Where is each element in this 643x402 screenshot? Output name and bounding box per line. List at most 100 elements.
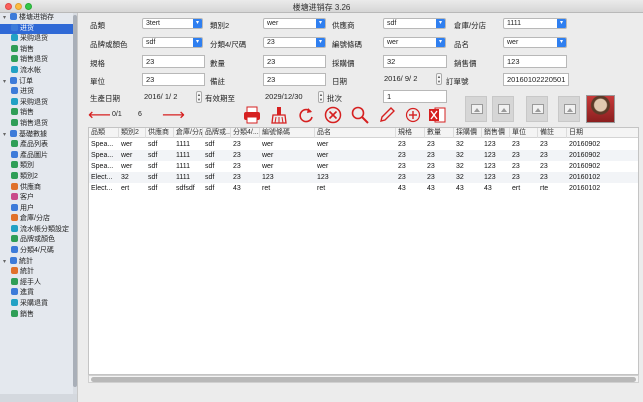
order-number-input[interactable]: 20160102220501 xyxy=(503,73,569,86)
supplier-select[interactable]: sdf ▾ xyxy=(383,18,446,29)
sidebar-item[interactable]: 進貨 xyxy=(0,288,77,299)
column-header[interactable]: 倉庫/分店 xyxy=(174,128,203,138)
table-cell: 23 xyxy=(512,163,520,170)
product-image-slot-1[interactable] xyxy=(465,96,487,122)
disclosure-triangle-icon[interactable]: ▾ xyxy=(3,257,10,268)
cost-input[interactable]: 32 xyxy=(383,55,447,68)
table-cell: sdf xyxy=(148,141,158,148)
sidebar-item[interactable]: 產品圖片 xyxy=(0,150,77,162)
sidebar-item[interactable]: 客户 xyxy=(0,193,77,204)
table-horizontal-scrollbar[interactable] xyxy=(88,375,639,383)
sidebar-item[interactable]: 流水帳分類設定 xyxy=(0,224,77,236)
disclosure-triangle-icon[interactable]: ▾ xyxy=(3,77,10,88)
sidebar-item-label: 订单 xyxy=(19,77,33,85)
sidebar-item[interactable]: 統計 xyxy=(0,267,77,278)
note-input[interactable]: 23 xyxy=(263,73,326,86)
sidebar-item[interactable]: 进货 xyxy=(0,87,77,98)
price-input[interactable]: 123 xyxy=(503,55,567,68)
column-header[interactable]: 採購價 xyxy=(454,128,482,138)
sidebar-item-label: 销售 xyxy=(20,45,34,53)
sidebar-group[interactable]: ▾ 基礎數據 xyxy=(0,129,77,141)
column-header[interactable]: 供應商 xyxy=(146,128,174,138)
sidebar-item[interactable]: 销售 xyxy=(0,108,77,119)
product-image-slot-3[interactable] xyxy=(526,96,548,122)
table-row[interactable]: Spea... wer sdf 1111 sdf 23 wer wer 23 23 32 123 23 2… xyxy=(89,150,638,161)
refresh-icon[interactable] xyxy=(297,106,315,124)
size-select[interactable]: 23 ▾ xyxy=(263,37,326,48)
sidebar-item[interactable]: 销售退货 xyxy=(0,55,77,66)
brand-select[interactable]: sdf ▾ xyxy=(142,37,203,48)
column-header[interactable]: 品類 xyxy=(89,128,119,138)
product-photo[interactable] xyxy=(586,95,615,123)
spec-input[interactable]: 23 xyxy=(142,55,205,68)
warehouse-select[interactable]: 1111 ▾ xyxy=(503,18,567,29)
print-icon[interactable] xyxy=(243,106,261,124)
table-cell: 1111 xyxy=(176,152,191,159)
table-row[interactable]: Spea... wer sdf 1111 sdf 23 wer wer 23 23 32 123 23 2… xyxy=(89,161,638,172)
sidebar-item[interactable]: 用户 xyxy=(0,203,77,215)
column-header[interactable]: 銷售價 xyxy=(482,128,510,138)
name-select[interactable]: wer ▾ xyxy=(503,37,567,48)
column-header[interactable]: 品牌或... xyxy=(203,128,231,138)
window-title: 楼塘进销存 3.26 xyxy=(292,3,351,12)
date-picker[interactable]: 2016/ 9/ 2 xyxy=(384,73,444,85)
inbound-icon xyxy=(11,23,18,31)
sidebar-group[interactable]: ▾ 订单 xyxy=(0,76,77,88)
table-cell: sdf xyxy=(205,141,215,148)
column-header[interactable]: 編號條碼 xyxy=(260,128,315,138)
column-header[interactable]: 品名 xyxy=(315,128,396,138)
sidebar-item[interactable]: 類別2 xyxy=(0,171,77,183)
sidebar-item[interactable]: 采購退貨 xyxy=(0,299,77,310)
unit-input[interactable]: 23 xyxy=(142,73,205,86)
category2-select[interactable]: wer ▾ xyxy=(263,18,326,29)
add-icon[interactable] xyxy=(405,107,421,123)
column-header[interactable]: 數量 xyxy=(425,128,454,138)
sidebar-item[interactable]: 經手人 xyxy=(0,277,77,289)
sidebar-item[interactable]: 销售退货 xyxy=(0,118,77,130)
search-icon[interactable] xyxy=(351,106,369,124)
column-header[interactable]: 單位 xyxy=(510,128,538,138)
category-select[interactable]: 3tert ▾ xyxy=(142,18,203,29)
arrow-right-icon[interactable]: ⟶ xyxy=(162,107,185,125)
product-image-slot-4[interactable] xyxy=(558,96,580,122)
column-header[interactable]: 類別2 xyxy=(119,128,146,138)
sidebar-item[interactable]: 销售 xyxy=(0,44,77,56)
column-header[interactable]: 日期 xyxy=(567,128,638,138)
sidebar-item[interactable]: 類別 xyxy=(0,161,77,172)
clear-icon[interactable] xyxy=(270,106,288,124)
disclosure-triangle-icon[interactable]: ▾ xyxy=(3,13,10,24)
sidebar-item[interactable]: 銷售 xyxy=(0,309,77,321)
sidebar-item[interactable]: 分類4/尺碼 xyxy=(0,246,77,257)
date-stepper[interactable]: ▲ ▼ xyxy=(436,73,442,85)
sidebar-item[interactable]: 进货 xyxy=(0,23,77,35)
sidebar-item[interactable]: 流水帐 xyxy=(0,65,77,77)
sidebar-item[interactable]: 產品列表 xyxy=(0,140,77,151)
sidebar-item[interactable]: 采购退货 xyxy=(0,97,77,109)
sidebar-item[interactable]: 倉庫/分店 xyxy=(0,214,77,225)
image-placeholder-icon xyxy=(471,104,483,114)
sidebar-item[interactable]: 采购退货 xyxy=(0,34,77,45)
table-cell: 32 xyxy=(121,174,129,181)
disclosure-triangle-icon[interactable]: ▾ xyxy=(3,130,10,141)
sidebar-scrollbar[interactable] xyxy=(73,13,77,402)
sidebar-group[interactable]: ▾ 統計 xyxy=(0,256,77,268)
column-header[interactable]: 備註 xyxy=(538,128,567,138)
sidebar-item[interactable]: 供應商 xyxy=(0,182,77,194)
product-image-slot-2[interactable] xyxy=(492,96,514,122)
sidebar-item[interactable]: 品牌或顏色 xyxy=(0,235,77,246)
table-row[interactable]: Elect... ert sdf sdfsdf sdf 43 ret ret 43 43 43 43 e… xyxy=(89,183,638,194)
edit-icon[interactable] xyxy=(378,106,396,124)
table-row[interactable]: Spea... wer sdf 1111 sdf 23 wer wer 23 23 32 123 23 2… xyxy=(89,139,638,150)
arrow-left-icon[interactable]: ⟵ xyxy=(88,107,111,125)
column-header[interactable]: 規格 xyxy=(396,128,425,138)
sidebar-scroll-thumb[interactable] xyxy=(73,15,77,387)
sidebar-item-label: 供應商 xyxy=(20,183,41,191)
table-row[interactable]: Elect... 32 sdf 1111 sdf 23 123 123 23 23 32 123 23 2… xyxy=(89,172,638,183)
excel-icon[interactable] xyxy=(428,106,446,124)
sidebar-group[interactable]: ▾ 楼塘进销存 xyxy=(0,13,77,24)
code-select[interactable]: wer ▾ xyxy=(383,37,446,48)
qty-input[interactable]: 23 xyxy=(263,55,326,68)
table-scroll-thumb[interactable] xyxy=(91,377,636,382)
delete-icon[interactable] xyxy=(324,106,342,124)
column-header[interactable]: 分類4/... xyxy=(231,128,260,138)
